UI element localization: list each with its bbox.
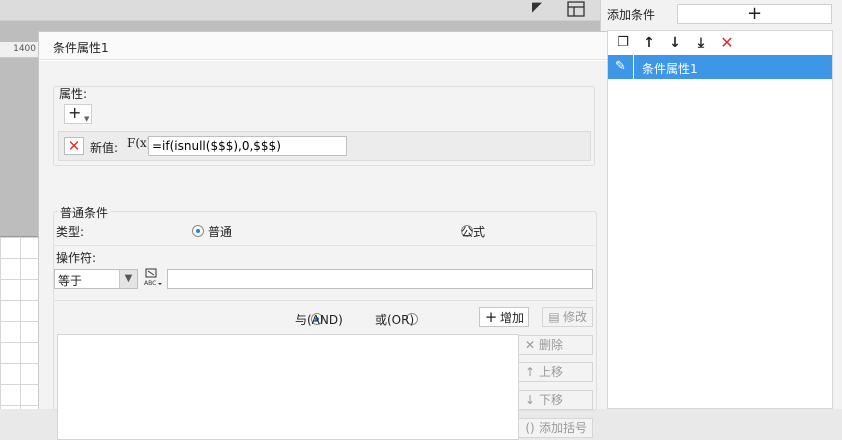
move-to-bottom-icon[interactable]: ⤓	[692, 34, 710, 52]
svg-text:ABC: ABC	[144, 280, 156, 287]
add-property-button[interactable]: + ▼	[64, 104, 92, 124]
panel-toolbar: ❐ ↑ ↓ ⤓ ✕	[608, 31, 832, 55]
plus-icon: +	[68, 103, 82, 122]
operator-label: 操作符:	[56, 251, 97, 265]
add-condition-button[interactable]: +	[677, 4, 832, 24]
edit-icon: ▤	[548, 310, 560, 324]
arrow-up-icon[interactable]: ↑	[640, 34, 658, 52]
condition-property-dialog: 条件属性1 属性: +▼ ✕ 新值: F(x) 普通条件 类型: 普通 公式 操…	[38, 31, 608, 440]
arrow-down-icon: ↓	[524, 393, 536, 407]
sheet-grid	[0, 236, 40, 409]
list-item-label: 条件属性1	[642, 62, 698, 76]
move-up-button[interactable]: ↑ 上移	[518, 362, 593, 382]
ruler: 1400	[0, 42, 40, 58]
layout-grid-icon[interactable]	[566, 0, 586, 18]
delete-property-button[interactable]: ✕	[64, 137, 84, 155]
type-normal-radio[interactable]	[192, 225, 204, 237]
property-label: 属性:	[59, 87, 88, 101]
ruler-mark: 1400	[13, 44, 36, 54]
arrow-down-icon[interactable]: ↓	[666, 34, 684, 52]
close-icon: ✕	[524, 338, 536, 352]
new-value-label: 新值:	[90, 141, 119, 155]
add-bracket-label: 添加括号	[539, 421, 588, 435]
dialog-titlebar: 条件属性1	[39, 32, 607, 60]
operator-select[interactable]: 等于 ▼	[54, 269, 138, 289]
modify-label: 修改	[563, 310, 588, 324]
dropdown-arrow-icon: ▼	[84, 115, 90, 123]
bracket-icon: ()	[525, 421, 535, 435]
cursor-icon[interactable]: ◤	[532, 0, 546, 15]
condition-properties-panel: ❐ ↑ ↓ ⤓ ✕ ✎ 条件属性1	[607, 30, 833, 409]
add-label: 增加	[500, 311, 525, 325]
add-condition-label: 添加条件	[607, 8, 656, 22]
logic-and-label[interactable]: 与(AND)	[295, 311, 343, 328]
plus-icon: +	[484, 308, 498, 326]
operator-value: 等于	[58, 274, 83, 288]
move-up-label: 上移	[539, 365, 564, 379]
modify-button[interactable]: ▤ 修改	[542, 307, 593, 327]
move-down-label: 下移	[539, 393, 564, 407]
chevron-down-icon[interactable]: ▼	[119, 270, 137, 288]
plus-icon: +	[746, 3, 763, 24]
normal-condition-title: 普通条件	[58, 204, 111, 221]
new-value-input[interactable]	[148, 136, 347, 156]
property-row: ✕ 新值: F(x)	[58, 131, 591, 161]
condition-list[interactable]	[57, 334, 519, 440]
copy-icon[interactable]: ❐	[614, 34, 632, 52]
arrow-up-icon: ↑	[524, 365, 536, 379]
property-group: 属性: + ▼ ✕ 新值: F(x)	[53, 86, 595, 166]
divider	[53, 300, 595, 301]
dialog-title: 条件属性1	[53, 41, 109, 55]
move-down-button[interactable]: ↓ 下移	[518, 390, 593, 410]
delete-icon[interactable]: ✕	[718, 34, 736, 52]
add-bracket-button[interactable]: () 添加括号	[518, 418, 593, 438]
divider	[53, 245, 595, 246]
list-item[interactable]: ✎ 条件属性1	[608, 55, 832, 79]
delete-label: 删除	[539, 338, 564, 352]
add-condition-item-button[interactable]: + 增加	[479, 307, 529, 327]
dialog-body: 属性: +▼ ✕ 新值: F(x) 普通条件 类型: 普通 公式 操作符: 等于…	[39, 61, 607, 440]
type-formula-label[interactable]: 公式	[461, 223, 485, 240]
delete-button[interactable]: ✕ 删除	[518, 335, 593, 355]
type-normal-label[interactable]: 普通	[208, 223, 232, 240]
value-type-icon[interactable]: ABC	[143, 268, 163, 288]
operand-input[interactable]	[167, 269, 593, 289]
pencil-icon: ✎	[608, 55, 634, 79]
top-toolbar-strip	[0, 0, 600, 21]
logic-or-label[interactable]: 或(OR)	[375, 311, 414, 328]
type-label: 类型:	[56, 225, 85, 239]
